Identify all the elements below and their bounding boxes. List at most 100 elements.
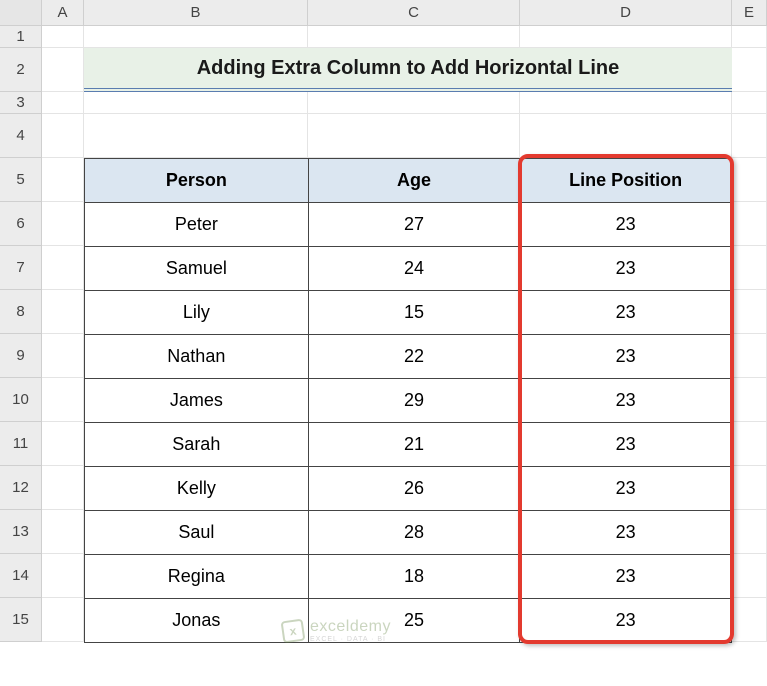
row-header-7[interactable]: 7 [0, 246, 42, 290]
cell-line[interactable]: 23 [520, 203, 732, 247]
header-line-position[interactable]: Line Position [520, 159, 732, 203]
cell[interactable] [42, 92, 84, 114]
row-header-8[interactable]: 8 [0, 290, 42, 334]
cell[interactable] [84, 114, 308, 158]
cell-age[interactable]: 27 [308, 203, 520, 247]
cell-line[interactable]: 23 [520, 599, 732, 643]
cell-person[interactable]: Peter [85, 203, 309, 247]
cell[interactable] [732, 422, 767, 466]
cell-age[interactable]: 29 [308, 379, 520, 423]
cell-line[interactable]: 23 [520, 555, 732, 599]
cell-age[interactable]: 21 [308, 423, 520, 467]
cell[interactable] [732, 114, 767, 158]
title-band: Adding Extra Column to Add Horizontal Li… [84, 48, 732, 92]
cell[interactable] [732, 466, 767, 510]
cell[interactable] [42, 114, 84, 158]
row-header-12[interactable]: 12 [0, 466, 42, 510]
cell[interactable] [732, 202, 767, 246]
cell[interactable] [42, 466, 84, 510]
cell[interactable] [732, 26, 767, 48]
row-header-9[interactable]: 9 [0, 334, 42, 378]
cell-age[interactable]: 18 [308, 555, 520, 599]
cell[interactable] [42, 158, 84, 202]
table-row: Jonas2523 [85, 599, 732, 643]
cell[interactable] [42, 48, 84, 92]
cell-line[interactable]: 23 [520, 335, 732, 379]
row-header-10[interactable]: 10 [0, 378, 42, 422]
table-row: Kelly2623 [85, 467, 732, 511]
cell-person[interactable]: Regina [85, 555, 309, 599]
cell[interactable] [520, 26, 732, 48]
col-header-A[interactable]: A [42, 0, 84, 26]
header-person[interactable]: Person [85, 159, 309, 203]
cell[interactable] [732, 158, 767, 202]
cell[interactable] [732, 48, 767, 92]
cell[interactable] [520, 114, 732, 158]
cell[interactable] [520, 92, 732, 114]
cell-age[interactable]: 24 [308, 247, 520, 291]
cell[interactable] [42, 202, 84, 246]
table-header-row: Person Age Line Position [85, 159, 732, 203]
cell[interactable] [42, 246, 84, 290]
cell[interactable] [42, 378, 84, 422]
cell-line[interactable]: 23 [520, 467, 732, 511]
row-header-15[interactable]: 15 [0, 598, 42, 642]
row-header-3[interactable]: 3 [0, 92, 42, 114]
cell-line[interactable]: 23 [520, 379, 732, 423]
cell-person[interactable]: Samuel [85, 247, 309, 291]
cell-age[interactable]: 15 [308, 291, 520, 335]
cell-line[interactable]: 23 [520, 423, 732, 467]
cell[interactable] [42, 26, 84, 48]
cell[interactable] [732, 334, 767, 378]
cell-line[interactable]: 23 [520, 247, 732, 291]
row-header-2[interactable]: 2 [0, 48, 42, 92]
row-header-14[interactable]: 14 [0, 554, 42, 598]
cell[interactable] [84, 26, 308, 48]
cell[interactable] [308, 26, 520, 48]
row-header-11[interactable]: 11 [0, 422, 42, 466]
col-header-B[interactable]: B [84, 0, 308, 26]
table-row: Saul2823 [85, 511, 732, 555]
row-header-1[interactable]: 1 [0, 26, 42, 48]
row-header-4[interactable]: 4 [0, 114, 42, 158]
row-header-5[interactable]: 5 [0, 158, 42, 202]
cell-age[interactable]: 22 [308, 335, 520, 379]
cell-line[interactable]: 23 [520, 291, 732, 335]
cell-age[interactable]: 28 [308, 511, 520, 555]
cell[interactable] [42, 510, 84, 554]
cell-person[interactable]: Sarah [85, 423, 309, 467]
cell[interactable] [732, 246, 767, 290]
header-age[interactable]: Age [308, 159, 520, 203]
cell[interactable] [732, 92, 767, 114]
cell[interactable] [732, 290, 767, 334]
cell[interactable] [42, 422, 84, 466]
data-table: Person Age Line Position Peter2723Samuel… [84, 158, 732, 643]
cell[interactable] [42, 554, 84, 598]
cell[interactable] [42, 598, 84, 642]
row-header-6[interactable]: 6 [0, 202, 42, 246]
cell-person[interactable]: Saul [85, 511, 309, 555]
table-row: Nathan2223 [85, 335, 732, 379]
cell-person[interactable]: Lily [85, 291, 309, 335]
cell[interactable] [308, 114, 520, 158]
cell[interactable] [732, 598, 767, 642]
cell[interactable] [42, 334, 84, 378]
cell[interactable] [84, 92, 308, 114]
col-header-D[interactable]: D [520, 0, 732, 26]
cell[interactable] [732, 510, 767, 554]
cell[interactable] [42, 290, 84, 334]
cell[interactable] [308, 92, 520, 114]
watermark-icon: x [281, 618, 306, 643]
cell-person[interactable]: Kelly [85, 467, 309, 511]
cell-line[interactable]: 23 [520, 511, 732, 555]
cell[interactable] [732, 554, 767, 598]
cell[interactable] [732, 378, 767, 422]
cell-person[interactable]: Nathan [85, 335, 309, 379]
cell-age[interactable]: 26 [308, 467, 520, 511]
row-header-13[interactable]: 13 [0, 510, 42, 554]
col-header-C[interactable]: C [308, 0, 520, 26]
col-header-E[interactable]: E [732, 0, 767, 26]
cell-person[interactable]: Jonas [85, 599, 309, 643]
cell-person[interactable]: James [85, 379, 309, 423]
select-all-corner[interactable] [0, 0, 42, 26]
